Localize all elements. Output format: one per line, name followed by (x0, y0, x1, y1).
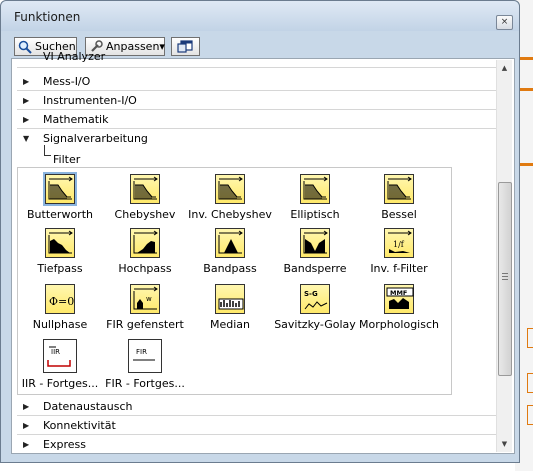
palette-item-label: Elliptisch (290, 208, 340, 221)
median-icon (215, 284, 245, 314)
bandpass-icon (215, 228, 245, 258)
svg-text:FIR: FIR (136, 348, 147, 356)
palette-item-label: Bandpass (203, 262, 257, 275)
palette-item-label: Bandsperre (283, 262, 347, 275)
palette-item-label: Butterworth (27, 208, 93, 221)
lowpass-icon (45, 228, 75, 258)
chebyshev-icon (130, 174, 160, 204)
collapse-arrow-icon[interactable]: ▼ (23, 134, 29, 143)
filter-palette-grid: Butterworth Chebyshev Inv. Chebyshev Ellipt… (17, 167, 452, 395)
palette-item-label: Inv. f-Filter (370, 262, 428, 275)
svg-text:Φ=0: Φ=0 (49, 295, 74, 308)
inv-chebyshev-icon (215, 174, 245, 204)
fir-windowed-icon: w (130, 284, 160, 314)
category-label: Signalverarbeitung (43, 132, 148, 145)
category-row-partial[interactable]: VI Analyzer (17, 50, 497, 68)
background-wire (519, 57, 533, 60)
svg-text:w: w (146, 295, 152, 303)
expand-arrow-icon[interactable]: ▶ (23, 115, 29, 124)
palette-item[interactable]: Bandsperre (273, 228, 357, 275)
bessel-icon (384, 174, 414, 204)
category-label: Konnektivität (43, 419, 116, 432)
palette-item[interactable]: Butterworth (18, 172, 102, 221)
category-instrumenten-io[interactable]: ▶ Instrumenten-I/O (17, 92, 497, 110)
palette-item-label: Morphologisch (358, 318, 439, 331)
palette-item[interactable]: Bandpass (188, 228, 272, 275)
palette-item-label: FIR gefenstert (106, 318, 184, 331)
palette-item[interactable]: Bessel (357, 174, 441, 221)
highpass-icon (130, 228, 160, 258)
category-signalverarbeitung[interactable]: ▼ Signalverarbeitung (17, 130, 497, 148)
palette-item-label: Nullphase (32, 318, 88, 331)
palette-item[interactable]: w FIR gefenstert (103, 284, 187, 331)
palette-item[interactable]: Median (188, 284, 272, 331)
expand-arrow-icon[interactable]: ▶ (23, 96, 29, 105)
functions-palette-window: Funktionen × Suchen Anpassen▾ VI Analyze… (0, 0, 520, 463)
palette-item-label: Bessel (381, 208, 417, 221)
svg-text:IIR: IIR (51, 348, 60, 356)
category-mess-io[interactable]: ▶ Mess-I/O (17, 73, 497, 91)
svg-text:1/f: 1/f (393, 240, 405, 249)
elliptic-icon (300, 174, 330, 204)
palette-item[interactable]: 1/f Inv. f-Filter (357, 228, 441, 275)
category-datenaustausch[interactable]: ▶ Datenaustausch (17, 398, 497, 416)
category-mathematik[interactable]: ▶ Mathematik (17, 111, 497, 129)
palette-item-label: Tiefpass (37, 262, 83, 275)
background-node (527, 373, 533, 393)
palette-item-label: Inv. Chebyshev (188, 208, 272, 221)
expand-arrow-icon[interactable]: ▶ (23, 440, 29, 449)
category-label: VI Analyzer (43, 50, 106, 63)
fir-continuous-icon: FIR (128, 339, 162, 373)
category-konnektivitaet[interactable]: ▶ Konnektivität (17, 417, 497, 435)
palette-content: VI Analyzer ▶ Mess-I/O ▶ Instrumenten-I/… (11, 50, 515, 454)
expand-arrow-icon[interactable]: ▶ (23, 402, 29, 411)
palette-item[interactable]: Φ=0 Nullphase (18, 284, 102, 331)
palette-item[interactable]: FIR FIR - Fortges... (103, 339, 187, 390)
svg-text:MMF: MMF (390, 289, 407, 297)
palette-item[interactable]: Chebyshev (103, 174, 187, 221)
palette-item-label: IIR - Fortges... (21, 377, 99, 390)
palette-item[interactable]: Tiefpass (18, 228, 102, 275)
palette-item-label: Median (209, 318, 250, 331)
background-wire (519, 88, 533, 91)
scroll-up-arrow-icon[interactable]: ▲ (497, 60, 512, 76)
savitzky-golay-icon: S-G (300, 284, 330, 314)
palette-item-label: FIR - Fortges... (105, 377, 185, 390)
category-label: Datenaustausch (43, 400, 133, 413)
scrollbar-thumb[interactable] (498, 182, 512, 376)
bandstop-icon (300, 228, 330, 258)
palette-item[interactable]: Hochpass (103, 228, 187, 275)
close-button[interactable]: × (496, 15, 513, 30)
butterworth-icon (43, 172, 77, 206)
subcategory-filter-label[interactable]: Filter (53, 153, 80, 166)
vertical-scrollbar[interactable]: ▲ ▼ (496, 60, 512, 452)
zero-phase-icon: Φ=0 (45, 284, 75, 314)
expand-arrow-icon[interactable]: ▶ (23, 77, 29, 86)
palette-item[interactable]: IIR IIR - Fortges... (18, 339, 102, 390)
category-label: Mathematik (43, 113, 109, 126)
background-node (527, 405, 533, 425)
iir-continuous-icon: IIR (43, 339, 77, 373)
palette-item[interactable]: Elliptisch (273, 174, 357, 221)
morphological-icon: MMF (384, 284, 414, 314)
scroll-down-arrow-icon[interactable]: ▼ (497, 436, 512, 452)
palette-item-label: Chebyshev (114, 208, 176, 221)
category-label: Mess-I/O (43, 75, 91, 88)
window-title: Funktionen (14, 10, 81, 24)
inverse-f-icon: 1/f (384, 228, 414, 258)
palette-item[interactable]: Inv. Chebyshev (188, 174, 272, 221)
palette-item[interactable]: S-G Savitzky-Golay (273, 284, 357, 331)
title-bar[interactable]: Funktionen × (1, 1, 519, 31)
palette-item-label: Savitzky-Golay (274, 318, 356, 331)
expand-arrow-icon[interactable]: ▶ (23, 421, 29, 430)
tree-connector (44, 145, 51, 156)
category-express[interactable]: ▶ Express (17, 436, 497, 454)
category-label: Instrumenten-I/O (43, 94, 137, 107)
svg-text:S-G: S-G (304, 290, 318, 298)
palette-item-label: Hochpass (118, 262, 172, 275)
background-wire (519, 163, 533, 166)
palette-item[interactable]: MMF Morphologisch (357, 284, 441, 331)
category-label: Express (43, 438, 86, 451)
background-node (527, 328, 533, 348)
